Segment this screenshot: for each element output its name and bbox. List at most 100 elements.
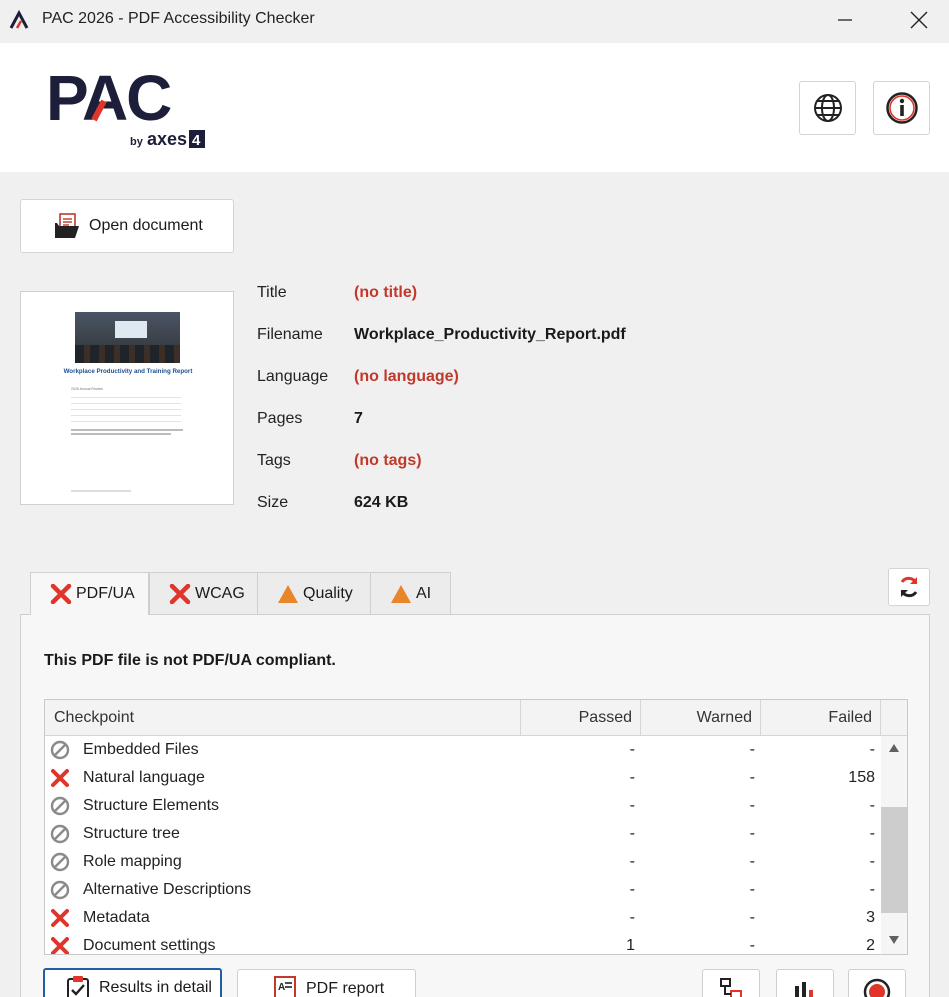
results-panel: This PDF file is not PDF/UA compliant. C… [20,614,930,997]
table-row[interactable]: Alternative Descriptions - - - [45,876,881,904]
property-value: 7 [354,410,363,427]
property-label: Pages [257,410,303,427]
checkpoint-name: Alternative Descriptions [83,881,252,898]
passed-count: - [629,909,635,926]
table-row[interactable]: Natural language - - 158 [45,764,881,792]
checkpoint-name: Document settings [83,937,216,954]
svg-text:axes: axes [147,129,187,149]
help-icon [863,978,891,997]
skipped-icon [50,796,70,816]
warned-count: - [749,825,755,842]
structure-view-button[interactable] [702,969,760,997]
property-label: Language [257,368,329,385]
column-header-passed[interactable]: Passed [521,700,641,736]
checkpoint-name: Structure tree [83,825,180,842]
table-row[interactable]: Structure tree - - - [45,820,881,848]
table-row[interactable]: Metadata - - 3 [45,904,881,932]
failed-count: - [869,853,875,870]
open-folder-pdf-icon [55,213,79,238]
property-label: Tags [257,452,291,469]
fail-x-icon [51,769,69,787]
column-header-checkpoint[interactable]: Checkpoint [45,700,521,736]
refresh-icon [900,576,918,598]
warned-count: - [749,797,755,814]
passed-count: - [629,769,635,786]
language-button[interactable] [799,81,856,135]
fail-x-icon [169,583,191,604]
property-filename: Filename Workplace_Productivity_Report.p… [257,326,857,348]
svg-text:PAC: PAC [46,65,171,134]
warned-count: - [749,853,755,870]
table-header: Checkpoint Passed Warned Failed [45,700,907,736]
column-header-failed[interactable]: Failed [761,700,881,736]
pdf-report-button[interactable]: A PDF report [237,969,416,997]
checkpoint-name: Structure Elements [83,797,220,814]
warning-triangle-icon [278,584,298,603]
checkpoint-name: Role mapping [83,853,182,870]
svg-text:4: 4 [192,132,201,149]
table-row[interactable]: Embedded Files - - - [45,736,881,764]
property-value: 624 KB [354,494,409,511]
warned-count: - [749,741,755,758]
recheck-button[interactable] [888,568,930,606]
thumbnail-photo [75,312,180,363]
scroll-down-icon[interactable] [889,936,899,944]
scrollbar-thumb[interactable] [881,807,907,913]
pac-app-icon [9,9,29,29]
table-row[interactable]: Structure Elements - - - [45,792,881,820]
checkpoint-table: Checkpoint Passed Warned Failed Embedded… [44,699,908,955]
tab-quality[interactable]: Quality [257,572,371,614]
tab-wcag[interactable]: WCAG [149,572,258,614]
failed-count: 158 [848,769,875,786]
tab-label: Quality [303,584,353,602]
table-scrollbar[interactable] [881,736,907,954]
structure-tree-icon [720,978,742,997]
column-header-warned[interactable]: Warned [641,700,761,736]
checkpoint-name: Embedded Files [83,741,199,758]
compliance-status: This PDF file is not PDF/UA compliant. [44,652,336,669]
open-document-button[interactable]: Open document [20,199,234,253]
title-bar: PAC 2026 - PDF Accessibility Checker [0,0,949,42]
clipboard-check-icon [67,976,89,997]
tab-label: PDF/UA [76,585,135,602]
property-title: Title (no title) [257,284,857,306]
table-row[interactable]: Document settings 1 - 2 [45,932,881,954]
results-in-detail-button[interactable]: Results in detail [43,968,222,997]
passed-count: - [629,853,635,870]
warned-count: - [749,769,755,786]
open-document-label: Open document [89,217,203,234]
statistics-button[interactable] [776,969,834,997]
document-thumbnail: Workplace Productivity and Training Repo… [20,291,234,505]
close-button[interactable] [896,0,942,40]
checkpoint-name: Metadata [83,909,150,926]
property-label: Title [257,284,287,301]
table-row[interactable]: Role mapping - - - [45,848,881,876]
minimize-button[interactable] [822,0,868,40]
tab-ai[interactable]: AI [370,572,451,614]
failed-count: - [869,881,875,898]
failed-count: - [869,741,875,758]
skipped-icon [50,852,70,872]
fail-x-icon [51,909,69,927]
globe-icon [813,94,842,122]
property-pages: Pages 7 [257,410,857,432]
property-language: Language (no language) [257,368,857,390]
warned-count: - [749,909,755,926]
header-scroll-corner [881,700,907,736]
property-value: (no tags) [354,452,422,469]
bar-chart-icon [795,982,813,997]
header: PAC by axes 4 [0,43,949,172]
fail-x-icon [50,584,72,604]
failed-count: - [869,797,875,814]
tab-pdfua[interactable]: PDF/UA [30,572,149,615]
property-tags: Tags (no tags) [257,452,857,474]
tab-label: WCAG [195,584,245,602]
skipped-icon [50,824,70,844]
warned-count: - [749,881,755,898]
help-button[interactable] [848,969,906,997]
checkpoint-name: Natural language [83,769,205,786]
property-label: Size [257,494,289,511]
about-button[interactable] [873,81,930,135]
passed-count: - [629,741,635,758]
scroll-up-icon[interactable] [889,744,899,752]
